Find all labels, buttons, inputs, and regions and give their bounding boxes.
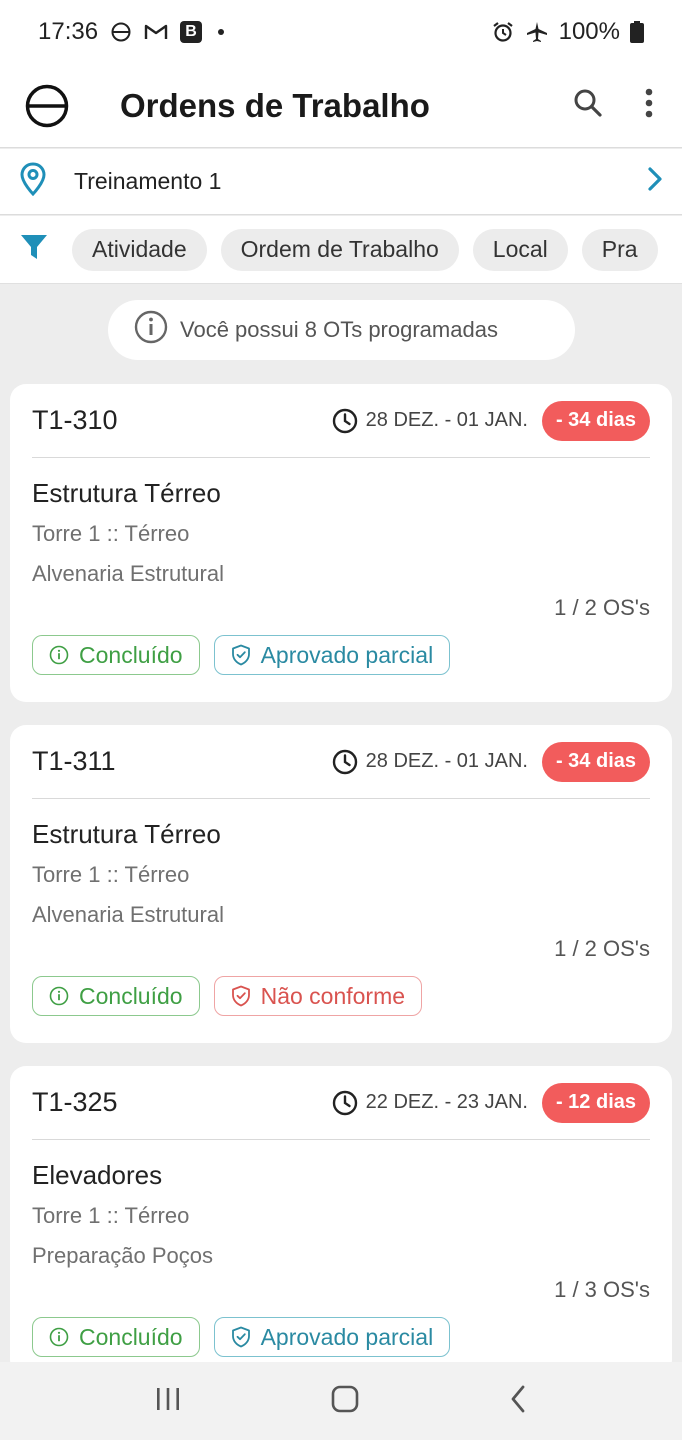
status-time: 17:36 xyxy=(38,18,99,45)
filter-chip-atividade[interactable]: Atividade xyxy=(72,228,207,271)
status-label: Concluído xyxy=(79,1323,183,1350)
back-icon[interactable] xyxy=(508,1384,528,1419)
clock-icon xyxy=(332,408,357,433)
date-range: 22 DEZ. - 23 JAN. xyxy=(332,1090,528,1116)
service-order-count: 1 / 2 OS's xyxy=(554,595,650,620)
work-order-activity: Alvenaria Estrutural xyxy=(32,902,224,927)
shield-check-icon xyxy=(231,985,250,1007)
date-range-text: 28 DEZ. - 01 JAN. xyxy=(365,750,528,772)
filter-icon[interactable] xyxy=(20,233,48,266)
filter-chip-ordem-de-trabalho[interactable]: Ordem de Trabalho xyxy=(220,228,459,271)
approval-label: Aprovado parcial xyxy=(260,641,434,668)
work-order-name: Estrutura Térreo xyxy=(32,478,221,508)
shield-check-icon xyxy=(231,1326,250,1348)
work-order-activity: Preparação Poços xyxy=(32,1243,213,1268)
gmail-icon xyxy=(144,22,168,42)
airplane-mode-icon xyxy=(525,20,549,44)
overdue-badge: - 12 dias xyxy=(541,1082,650,1123)
clock-icon xyxy=(332,749,357,774)
work-order-code: T1-311 xyxy=(32,746,116,776)
work-order-location: Torre 1 :: Térreo xyxy=(32,862,190,887)
work-order-location: Torre 1 :: Térreo xyxy=(32,1203,190,1228)
page-title: Ordens de Trabalho xyxy=(120,86,430,124)
service-order-count: 1 / 3 OS's xyxy=(554,1277,650,1302)
work-order-name: Elevadores xyxy=(32,1160,163,1190)
approval-tag: Aprovado parcial xyxy=(213,635,451,675)
recent-apps-icon[interactable] xyxy=(154,1386,182,1417)
app-bar: Ordens de Trabalho xyxy=(0,64,682,148)
date-range: 28 DEZ. - 01 JAN. xyxy=(332,749,528,775)
status-tag: Concluído xyxy=(32,635,200,675)
work-order-card[interactable]: T1-311 28 DEZ. - 01 JAN. - 34 dias Estru… xyxy=(10,725,672,1043)
location-label: Treinamento 1 xyxy=(74,168,222,194)
work-order-location: Torre 1 :: Térreo xyxy=(32,521,190,546)
search-icon[interactable] xyxy=(572,87,604,124)
filter-bar: Atividade Ordem de Trabalho Local Pra xyxy=(0,216,682,284)
overdue-badge: - 34 dias xyxy=(541,741,650,782)
work-order-activity: Alvenaria Estrutural xyxy=(32,561,224,586)
work-order-card[interactable]: T1-325 22 DEZ. - 23 JAN. - 12 dias Eleva… xyxy=(10,1066,672,1376)
service-order-count: 1 / 2 OS's xyxy=(554,936,650,961)
status-label: Concluído xyxy=(79,982,183,1009)
alarm-icon xyxy=(491,20,515,44)
battery-percent: 100% xyxy=(558,18,620,45)
shield-check-icon xyxy=(231,644,250,666)
status-tag: Concluído xyxy=(32,1317,200,1357)
battery-icon xyxy=(630,21,644,43)
sync-off-icon xyxy=(110,21,132,43)
location-pin-icon xyxy=(20,162,46,201)
approval-tag: Aprovado parcial xyxy=(213,1317,451,1357)
status-label: Concluído xyxy=(79,641,183,668)
location-selector[interactable]: Treinamento 1 xyxy=(0,149,682,215)
info-circle-icon xyxy=(49,986,69,1006)
date-range-text: 22 DEZ. - 23 JAN. xyxy=(365,1091,528,1113)
date-range-text: 28 DEZ. - 01 JAN. xyxy=(365,409,528,431)
date-range: 28 DEZ. - 01 JAN. xyxy=(332,408,528,434)
clock-icon xyxy=(332,1090,357,1115)
info-circle-icon xyxy=(49,1327,69,1347)
chevron-right-icon[interactable] xyxy=(646,166,664,197)
work-order-code: T1-325 xyxy=(32,1087,118,1117)
filter-chip-local[interactable]: Local xyxy=(472,228,568,271)
system-nav-bar xyxy=(0,1362,682,1440)
notification-dot-icon xyxy=(218,29,225,35)
banner-text: Você possui 8 OTs programadas xyxy=(180,317,498,342)
overdue-badge: - 34 dias xyxy=(541,400,650,441)
approval-tag: Não conforme xyxy=(213,976,423,1016)
info-icon xyxy=(134,310,168,350)
work-order-card[interactable]: T1-310 28 DEZ. - 01 JAN. - 34 dias Estru… xyxy=(10,384,672,702)
logo-icon[interactable] xyxy=(24,83,70,129)
info-circle-icon xyxy=(49,645,69,665)
filter-chip-partial[interactable]: Pra xyxy=(581,228,658,271)
info-banner: Você possui 8 OTs programadas xyxy=(108,300,575,360)
work-order-code: T1-310 xyxy=(32,405,118,435)
more-vert-icon[interactable] xyxy=(644,87,654,124)
b-app-icon: B xyxy=(180,21,203,43)
status-tag: Concluído xyxy=(32,976,200,1016)
status-bar: 17:36 B 100% xyxy=(0,0,682,64)
approval-label: Não conforme xyxy=(260,982,406,1009)
home-icon[interactable] xyxy=(330,1384,360,1419)
approval-label: Aprovado parcial xyxy=(260,1323,434,1350)
work-order-name: Estrutura Térreo xyxy=(32,819,221,849)
